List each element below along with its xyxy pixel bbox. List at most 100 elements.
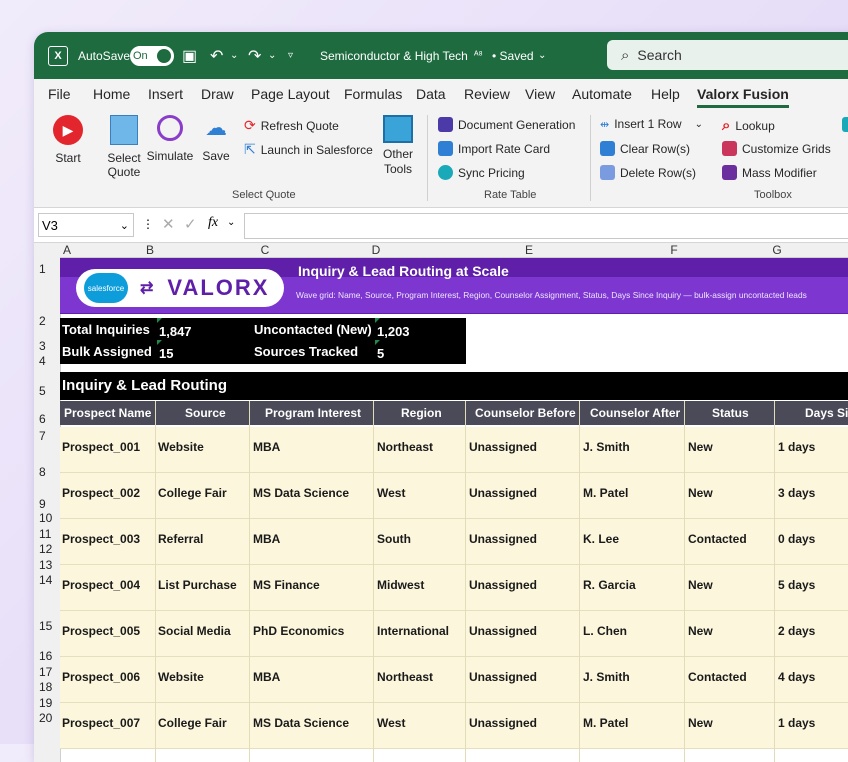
save-icon[interactable]: ▣ xyxy=(182,32,197,79)
uncontacted-value[interactable]: 1,203 xyxy=(377,324,410,339)
excel-icon[interactable]: X xyxy=(48,45,68,66)
chevron-down-icon[interactable]: ⌄ xyxy=(227,217,235,228)
row-header[interactable]: 6 xyxy=(39,412,46,426)
column-prospect-name[interactable]: Prospect Name xyxy=(64,406,151,420)
insert-row-button[interactable]: ⇹ Insert 1 Row ⌄ xyxy=(600,117,703,131)
column-header-g[interactable]: G xyxy=(772,243,781,257)
more-options-icon[interactable]: ⋮ xyxy=(142,217,154,231)
column-header-b[interactable]: B xyxy=(146,243,154,257)
chevron-down-icon[interactable]: ⌄ xyxy=(230,32,238,79)
document-generation-button[interactable]: Document Generation xyxy=(438,117,575,132)
import-rate-card-button[interactable]: Import Rate Card xyxy=(438,141,550,156)
tab-data[interactable]: Data xyxy=(416,86,446,102)
column-header-c[interactable]: C xyxy=(261,243,270,257)
tab-file[interactable]: File xyxy=(48,86,71,102)
table-row[interactable]: Prospect_003 Referral MBA South Unassign… xyxy=(60,519,848,565)
tab-draw[interactable]: Draw xyxy=(201,86,234,102)
cell-program-interest: MBA xyxy=(253,670,281,684)
row-header[interactable]: 16 xyxy=(39,649,52,663)
confirm-icon[interactable]: ✓ xyxy=(184,215,197,233)
row-header[interactable]: 11 xyxy=(39,527,51,541)
row-header[interactable]: 12 xyxy=(39,542,52,556)
share-icon[interactable]: ᴬ⁸ xyxy=(474,32,483,79)
chevron-down-icon[interactable]: ⌄ xyxy=(695,119,703,130)
function-icon[interactable]: fx xyxy=(208,215,218,231)
cell-program-interest: MBA xyxy=(253,440,281,454)
row-header[interactable]: 13 xyxy=(39,558,52,572)
row-header[interactable]: 9 xyxy=(39,497,46,511)
tab-valorx-fusion[interactable]: Valorx Fusion xyxy=(697,86,789,108)
clear-rows-button[interactable]: Clear Row(s) xyxy=(600,141,690,156)
table-row[interactable]: Prospect_006 Website MBA Northeast Unass… xyxy=(60,657,848,703)
row-header[interactable]: 3 xyxy=(39,339,46,353)
column-header-a[interactable]: A xyxy=(63,243,71,257)
sources-tracked-value[interactable]: 5 xyxy=(377,346,384,361)
name-box[interactable]: V3 ⌄ xyxy=(38,213,134,237)
launch-salesforce-button[interactable]: ⇱ Launch in Salesforce xyxy=(244,141,373,158)
start-button[interactable]: ▶ Start xyxy=(48,115,88,165)
chevron-down-icon[interactable]: ⌄ xyxy=(538,32,546,79)
row-header[interactable]: 2 xyxy=(39,314,46,328)
autosave-toggle[interactable]: On xyxy=(130,45,174,66)
table-row[interactable]: Prospect_001 Website MBA Northeast Unass… xyxy=(60,427,848,473)
select-quote-button[interactable]: Select Quote xyxy=(104,115,144,179)
table-row[interactable]: Prospect_004 List Purchase MS Finance Mi… xyxy=(60,565,848,611)
row-header[interactable]: 18 xyxy=(39,680,52,694)
search-box[interactable]: ⌕ Search xyxy=(607,40,848,70)
total-inquiries-value[interactable]: 1,847 xyxy=(159,324,192,339)
column-counselor-after[interactable]: Counselor After xyxy=(590,406,680,420)
bulk-assigned-value[interactable]: 15 xyxy=(159,346,173,361)
overflow-icon[interactable] xyxy=(842,117,848,132)
cell-counselor-before: Unassigned xyxy=(469,578,538,592)
tab-view[interactable]: View xyxy=(525,86,555,102)
tab-insert[interactable]: Insert xyxy=(148,86,183,102)
row-header[interactable]: 7 xyxy=(39,429,46,443)
column-region[interactable]: Region xyxy=(401,406,442,420)
row-header[interactable]: 5 xyxy=(39,384,46,398)
row-header[interactable]: 20 xyxy=(39,711,52,725)
column-program-interest[interactable]: Program Interest xyxy=(265,406,361,420)
save-button[interactable]: ☁ Save xyxy=(200,115,232,163)
tab-formulas[interactable]: Formulas xyxy=(344,86,402,102)
cell-source: Referral xyxy=(158,532,204,546)
column-status[interactable]: Status xyxy=(712,406,749,420)
tab-review[interactable]: Review xyxy=(464,86,510,102)
chevron-down-icon[interactable]: ⌄ xyxy=(120,219,129,232)
column-header-f[interactable]: F xyxy=(670,243,677,257)
saved-status[interactable]: • Saved xyxy=(492,32,534,79)
table-row[interactable]: Prospect_007 College Fair MS Data Scienc… xyxy=(60,703,848,749)
redo-icon[interactable]: ↷ xyxy=(248,32,261,79)
lookup-button[interactable]: ⌕ Lookup xyxy=(722,117,775,134)
customize-grids-button[interactable]: Customize Grids xyxy=(722,141,831,156)
row-header[interactable]: 8 xyxy=(39,465,46,479)
table-row[interactable]: Prospect_002 College Fair MS Data Scienc… xyxy=(60,473,848,519)
column-header-e[interactable]: E xyxy=(525,243,533,257)
column-header-d[interactable]: D xyxy=(372,243,381,257)
column-source[interactable]: Source xyxy=(185,406,226,420)
undo-icon[interactable]: ↶ xyxy=(210,32,223,79)
table-row[interactable]: Prospect_005 Social Media PhD Economics … xyxy=(60,611,848,657)
chevron-down-icon[interactable]: ⌄ xyxy=(268,32,276,79)
row-header[interactable]: 10 xyxy=(39,511,52,525)
other-tools-button[interactable]: Other Tools xyxy=(374,115,422,177)
tab-help[interactable]: Help xyxy=(651,86,680,102)
refresh-quote-button[interactable]: ⟳ Refresh Quote xyxy=(244,117,339,134)
column-days-since[interactable]: Days Since xyxy=(805,406,848,420)
sync-pricing-button[interactable]: Sync Pricing xyxy=(438,165,525,180)
cancel-icon[interactable]: ✕ xyxy=(162,215,175,233)
row-header[interactable]: 15 xyxy=(39,619,52,633)
delete-rows-button[interactable]: Delete Row(s) xyxy=(600,165,696,180)
customize-toolbar-icon[interactable]: ▿ xyxy=(288,32,293,79)
tab-home[interactable]: Home xyxy=(93,86,130,102)
column-counselor-before[interactable]: Counselor Before xyxy=(475,406,576,420)
simulate-button[interactable]: Simulate xyxy=(146,115,194,163)
row-header[interactable]: 1 xyxy=(39,262,46,276)
formula-input[interactable] xyxy=(244,213,848,239)
tab-automate[interactable]: Automate xyxy=(572,86,632,102)
row-header[interactable]: 4 xyxy=(39,354,46,368)
row-header[interactable]: 17 xyxy=(39,665,52,679)
mass-modifier-button[interactable]: Mass Modifier xyxy=(722,165,817,180)
row-header[interactable]: 14 xyxy=(39,573,52,587)
row-header[interactable]: 19 xyxy=(39,696,52,710)
tab-page-layout[interactable]: Page Layout xyxy=(251,86,330,102)
